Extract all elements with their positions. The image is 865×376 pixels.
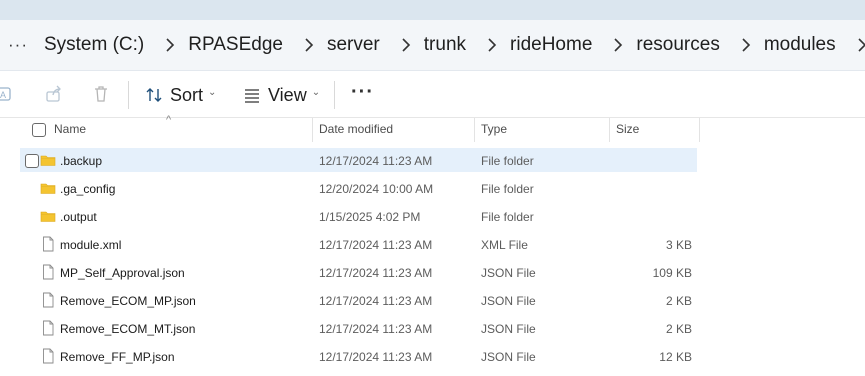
chevron-right-icon[interactable] [854,37,865,53]
file-date-modified: 12/17/2024 11:23 AM [319,322,433,336]
breadcrumb-overflow-button[interactable]: ··· [8,35,28,55]
folder-icon [40,180,56,196]
file-date-modified: 12/17/2024 11:23 AM [319,294,433,308]
file-icon [40,320,56,336]
file-size: 2 KB [665,322,692,336]
file-icon [40,348,56,364]
more-options-button[interactable]: ··· [351,81,374,104]
file-row[interactable]: Remove_FF_MP.json 12/17/2024 11:23 AM JSON… [20,344,697,368]
file-name: Remove_ECOM_MT.json [60,322,196,336]
file-type: File folder [481,210,534,224]
chevron-right-icon[interactable] [484,37,500,53]
file-icon [40,236,56,252]
folder-icon [40,208,56,224]
view-label: View [268,84,307,105]
file-row[interactable]: .backup 12/17/2024 11:23 AM File folder [20,148,697,172]
file-date-modified: 1/15/2025 4:02 PM [319,210,421,224]
chevron-right-icon[interactable] [162,37,178,53]
file-name: module.xml [60,238,122,252]
file-row[interactable]: Remove_ECOM_MT.json 12/17/2024 11:23 AM JS… [20,316,697,340]
toolbar-divider [334,81,335,109]
file-size: 12 KB [659,350,692,364]
column-header-name[interactable]: Name [54,122,86,136]
chevron-right-icon[interactable] [301,37,317,53]
file-type: JSON File [481,294,536,308]
column-divider[interactable] [474,118,475,142]
file-name: MP_Self_Approval.json [60,266,185,280]
share-icon[interactable] [44,84,64,104]
file-name: Remove_ECOM_MP.json [60,294,196,308]
chevron-down-icon: ⌄ [208,86,217,98]
file-type: JSON File [481,350,536,364]
file-row[interactable]: Remove_ECOM_MP.json 12/17/2024 11:23 AM JS… [20,288,697,312]
file-size: 3 KB [665,238,692,252]
row-checkbox[interactable] [25,154,39,168]
file-row[interactable]: .output 1/15/2025 4:02 PM File folder [20,204,697,228]
file-name: .ga_config [60,182,116,196]
rename-icon[interactable]: A [0,84,14,104]
file-row[interactable]: .ga_config 12/20/2024 10:00 AM File folder [20,176,697,200]
sort-label: Sort [170,84,204,105]
command-bar: A Sort ⌄ View ⌄ ··· [0,71,865,118]
breadcrumb-modules[interactable]: modules [764,34,836,56]
toolbar-divider [128,81,129,109]
file-date-modified: 12/17/2024 11:23 AM [319,238,433,252]
file-type: JSON File [481,322,536,336]
column-header-row: ^ Name Date modified Type Size [0,114,865,142]
file-icon [40,264,56,280]
file-size: 2 KB [665,294,692,308]
file-name: Remove_FF_MP.json [60,350,175,364]
file-icon [40,292,56,308]
chevron-down-icon: ⌄ [311,86,321,98]
file-type: File folder [481,154,534,168]
file-date-modified: 12/20/2024 10:00 AM [319,182,434,196]
chevron-right-icon[interactable] [610,37,626,53]
file-type: File folder [481,182,534,196]
delete-icon[interactable] [91,84,111,104]
folder-icon [40,152,56,168]
file-name: .output [60,210,97,224]
title-strip [0,0,865,20]
svg-text:A: A [0,90,6,100]
breadcrumb-resources[interactable]: resources [636,34,719,56]
address-bar[interactable]: ··· System (C:) RPASEdge server trunk ri… [0,20,865,71]
select-all-checkbox[interactable] [32,123,46,137]
file-row[interactable]: module.xml 12/17/2024 11:23 AM XML File 3 K… [20,232,697,256]
column-divider[interactable] [699,118,700,142]
chevron-right-icon[interactable] [738,37,754,53]
column-divider[interactable] [609,118,610,142]
view-button[interactable]: View ⌄ [242,83,320,107]
column-header-type[interactable]: Type [481,122,507,136]
file-date-modified: 12/17/2024 11:23 AM [319,266,433,280]
file-date-modified: 12/17/2024 11:23 AM [319,350,433,364]
file-size: 109 KB [652,266,692,280]
sort-icon [146,88,162,102]
chevron-right-icon[interactable] [398,37,414,53]
sort-button[interactable]: Sort ⌄ [144,83,216,107]
sort-ascending-icon: ^ [166,114,172,126]
breadcrumb-ridehome[interactable]: rideHome [510,34,592,56]
breadcrumb-trunk[interactable]: trunk [424,34,466,56]
breadcrumb-rpasedge[interactable]: RPASEdge [188,34,283,56]
file-type: JSON File [481,266,536,280]
file-row[interactable]: MP_Self_Approval.json 12/17/2024 11:23 AM… [20,260,697,284]
file-type: XML File [481,238,528,252]
column-header-size[interactable]: Size [616,122,639,136]
column-divider[interactable] [312,118,313,142]
breadcrumb-server[interactable]: server [327,34,380,56]
file-date-modified: 12/17/2024 11:23 AM [319,154,433,168]
file-name: .backup [60,154,103,168]
view-icon [245,89,259,103]
column-header-date[interactable]: Date modified [319,122,393,136]
breadcrumb-system-c[interactable]: System (C:) [44,34,144,56]
